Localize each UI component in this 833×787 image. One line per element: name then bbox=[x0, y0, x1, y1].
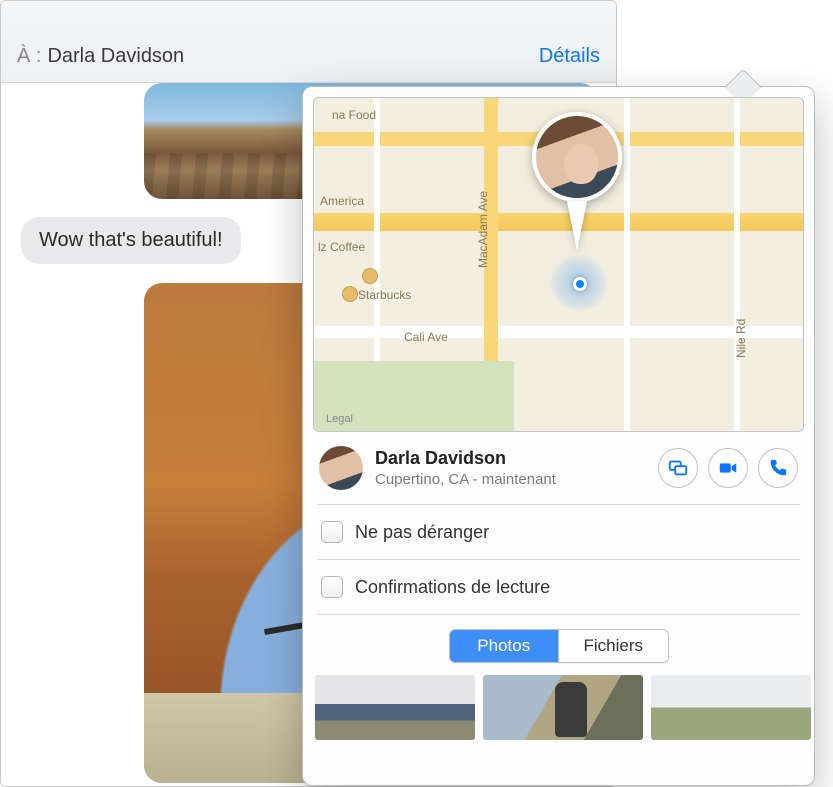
map-poi-label: lz Coffee bbox=[318, 240, 365, 254]
screens-icon bbox=[667, 457, 689, 479]
phone-icon bbox=[767, 457, 789, 479]
location-dot-icon bbox=[573, 277, 587, 291]
message-text: Wow that's beautiful! bbox=[39, 229, 223, 251]
option-label: Confirmations de lecture bbox=[355, 577, 550, 598]
avatar bbox=[532, 112, 622, 202]
map-poi-label: na Food bbox=[332, 108, 376, 122]
map-legal-link[interactable]: Legal bbox=[326, 413, 353, 425]
photo-thumbnail[interactable] bbox=[483, 675, 643, 740]
tab-photos[interactable]: Photos bbox=[450, 630, 559, 662]
recipient-name[interactable]: Darla Davidson bbox=[47, 45, 184, 68]
contact-location-status: Cupertino, CA - maintenant bbox=[375, 471, 658, 488]
do-not-disturb-row[interactable]: Ne pas déranger bbox=[303, 505, 814, 559]
details-button[interactable]: Détails bbox=[539, 45, 600, 68]
attachment-thumbnails bbox=[303, 675, 814, 752]
map-poi-label: America bbox=[320, 194, 364, 208]
incoming-message-bubble[interactable]: Wow that's beautiful! bbox=[21, 217, 241, 264]
location-map[interactable]: na Food America lz Coffee Starbucks Cali… bbox=[313, 97, 804, 432]
map-street-label: MacAdam Ave bbox=[476, 191, 490, 268]
tab-files[interactable]: Fichiers bbox=[558, 630, 668, 662]
photo-thumbnail[interactable] bbox=[651, 675, 811, 740]
photo-thumbnail[interactable] bbox=[315, 675, 475, 740]
map-poi-label: Starbucks bbox=[358, 288, 411, 302]
conversation-header: À : Darla Davidson Détails bbox=[1, 1, 616, 83]
checkbox[interactable] bbox=[321, 576, 343, 598]
attachments-segmented-control: Photos Fichiers bbox=[449, 629, 669, 663]
map-street-label: Nile Rd bbox=[734, 319, 748, 358]
video-call-button[interactable] bbox=[708, 448, 748, 488]
map-poi-icon bbox=[362, 268, 378, 284]
audio-call-button[interactable] bbox=[758, 448, 798, 488]
option-label: Ne pas déranger bbox=[355, 522, 489, 543]
read-receipts-row[interactable]: Confirmations de lecture bbox=[303, 560, 814, 614]
screen-share-button[interactable] bbox=[658, 448, 698, 488]
checkbox[interactable] bbox=[321, 521, 343, 543]
details-popover: na Food America lz Coffee Starbucks Cali… bbox=[302, 86, 815, 786]
avatar[interactable] bbox=[319, 446, 363, 490]
to-label: À : bbox=[17, 45, 41, 68]
map-street-label: Cali Ave bbox=[404, 330, 448, 344]
contact-location-pin[interactable] bbox=[532, 112, 622, 251]
contact-summary-row: Darla Davidson Cupertino, CA - maintenan… bbox=[303, 432, 814, 504]
video-icon bbox=[717, 457, 739, 479]
contact-name: Darla Davidson bbox=[375, 448, 658, 469]
map-poi-icon bbox=[342, 286, 358, 302]
